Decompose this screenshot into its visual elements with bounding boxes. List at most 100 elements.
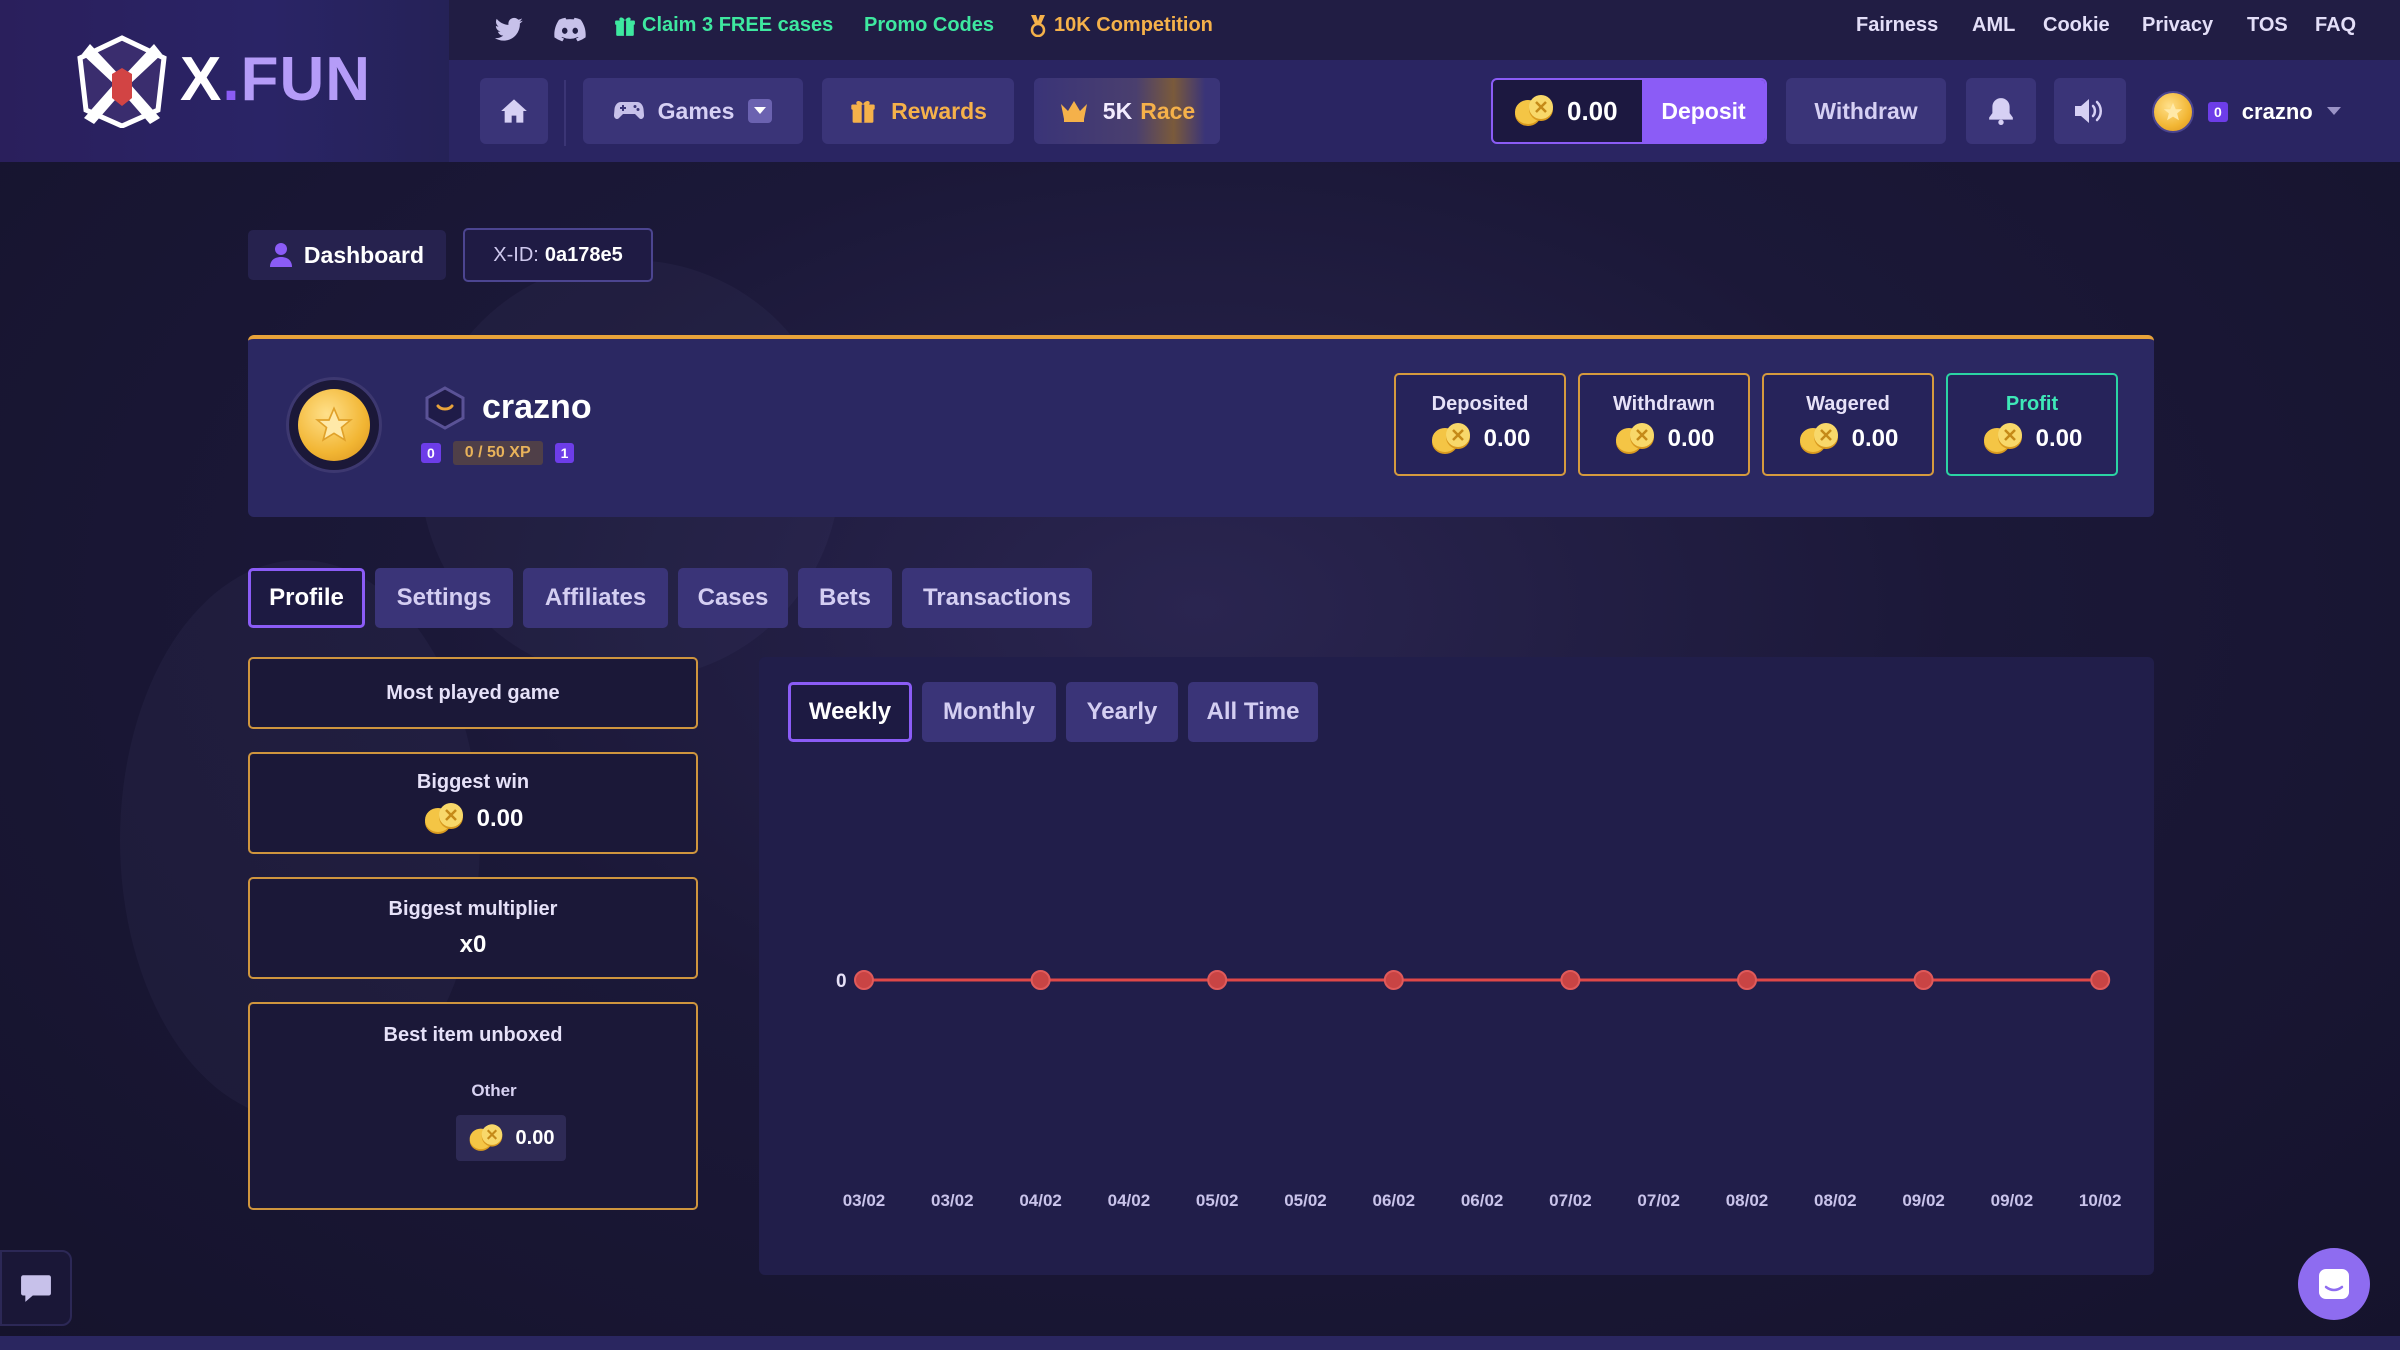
deposited-label: Deposited [1431,393,1529,415]
biggest-multiplier-panel: Biggest multiplier x0 [248,877,698,979]
best-item-name: Other [471,1081,517,1100]
chevron-down-icon [2326,107,2341,115]
period-monthly[interactable]: Monthly [922,682,1056,742]
notifications-button[interactable] [1966,78,2036,144]
sound-toggle-button[interactable] [2054,78,2126,144]
profile-username: crazno [482,388,592,426]
coin-icon [1515,95,1553,126]
data-point-7[interactable] [2090,970,2111,990]
dashboard-tag: Dashboard [248,230,446,280]
best-item-price: 0.00 [455,1115,567,1161]
most-played-panel: Most played game [248,657,698,729]
aml-link[interactable]: AML [1972,14,2015,37]
wagered-label: Wagered [1806,393,1890,415]
page-bottom-edge [0,1336,2400,1350]
balance-display: 0.00 [1493,94,1642,128]
data-point-2[interactable] [1207,970,1228,990]
user-avatar [2152,91,2194,133]
data-point-1[interactable] [1030,970,1051,990]
x-tick-label: 05/02 [1196,1191,1239,1210]
twitter-link[interactable] [494,14,524,46]
profit-line-chart: 0 03/02 03/02 04/02 04/02 05/02 05/02 06/02 06/0… [836,970,2121,1210]
logo-fun: FUN [240,45,372,114]
tab-settings[interactable]: Settings [375,568,513,628]
period-all-time[interactable]: All Time [1188,682,1318,742]
x-tick-label: 08/02 [1814,1191,1857,1210]
profit-value-row: 0.00 [1982,422,2083,456]
twitter-icon [494,17,523,41]
promo-codes-label: Promo Codes [864,14,995,36]
privacy-link[interactable]: Privacy [2142,14,2213,37]
profit-label: Profit [2005,393,2059,415]
support-chat-button[interactable] [2298,1248,2370,1320]
race-amount: 5K [1102,97,1133,124]
withdrawn-label: Withdrawn [1612,393,1716,415]
chat-bubble-icon [21,1275,51,1302]
logo-wordmark[interactable]: X.FUN [180,44,371,115]
biggest-win-panel: Biggest win 0.00 [248,752,698,854]
data-point-3[interactable] [1383,970,1404,990]
coin-avatar-icon [298,389,370,461]
xp-progress: 0 0 / 50 XP 1 [421,441,575,465]
tab-cases[interactable]: Cases [678,568,788,628]
x-tick-label: 03/02 [931,1191,974,1210]
biggest-win-row: 0.00 [423,802,523,836]
tos-link[interactable]: TOS [2247,14,2288,37]
cookie-link[interactable]: Cookie [2043,14,2110,37]
bell-icon [1989,98,2013,125]
withdraw-button[interactable]: Withdraw [1786,78,1946,144]
tab-transactions[interactable]: Transactions [902,568,1092,628]
balance-amount: 0.00 [1567,95,1618,126]
next-level-badge: 1 [554,443,575,463]
home-button[interactable] [480,78,548,144]
games-menu-button[interactable]: Games [583,78,803,144]
star-icon [2163,102,2183,121]
xp-label: 0 / 50 XP [452,441,543,465]
xfun-logo-icon[interactable] [72,34,172,128]
period-yearly[interactable]: Yearly [1066,682,1178,742]
data-point-0[interactable] [854,970,874,990]
biggest-multiplier-title: Biggest multiplier [388,897,558,920]
withdrawn-value: 0.00 [1667,425,1715,452]
fairness-link[interactable]: Fairness [1856,14,1938,37]
crown-icon [1060,101,1087,122]
tab-profile[interactable]: Profile [248,568,365,628]
faq-link[interactable]: FAQ [2315,14,2356,37]
balance-widget[interactable]: 0.00 Deposit [1491,78,1767,144]
deposit-button[interactable]: Deposit [1642,80,1765,142]
discord-icon [554,17,586,42]
rank-shield-icon [425,386,465,430]
gift-icon [851,101,875,123]
user-menu[interactable]: 0 crazno [2152,88,2341,136]
xid-value: 0a178e5 [544,243,623,266]
profit-stat: Profit 0.00 [1946,373,2118,476]
race-button[interactable]: 5K Race [1034,78,1220,144]
best-item-title: Best item unboxed [383,1024,563,1046]
period-weekly[interactable]: Weekly [788,682,912,742]
discord-link[interactable] [554,14,586,46]
x-tick-label: 05/02 [1284,1191,1327,1210]
data-point-4[interactable] [1560,970,1581,990]
xid-tag[interactable]: X-ID: 0a178e5 [463,228,653,282]
logo-x: X [180,45,223,114]
competition-link[interactable]: 10K Competition [1028,14,1213,37]
y-tick-label: 0 [836,971,847,992]
user-icon [269,243,292,267]
deposited-stat: Deposited 0.00 [1394,373,1566,476]
tab-bets[interactable]: Bets [798,568,892,628]
rewards-button[interactable]: Rewards [822,78,1014,144]
best-item-value: 0.00 [515,1126,555,1149]
profile-avatar[interactable] [286,377,382,473]
claim-free-cases-link[interactable]: Claim 3 FREE cases [614,14,833,37]
data-point-6[interactable] [1913,970,1934,990]
speaker-icon [2075,99,2102,123]
tab-affiliates[interactable]: Affiliates [523,568,668,628]
chat-toggle-button[interactable] [0,1250,72,1326]
profit-value: 0.00 [2035,425,2083,452]
x-tick-label: 04/02 [1019,1191,1062,1210]
chevron-down-icon [748,99,773,123]
medal-icon [1030,14,1046,37]
promo-codes-link[interactable]: Promo Codes [864,14,994,37]
coin-icon [424,802,463,834]
data-point-5[interactable] [1737,970,1757,990]
